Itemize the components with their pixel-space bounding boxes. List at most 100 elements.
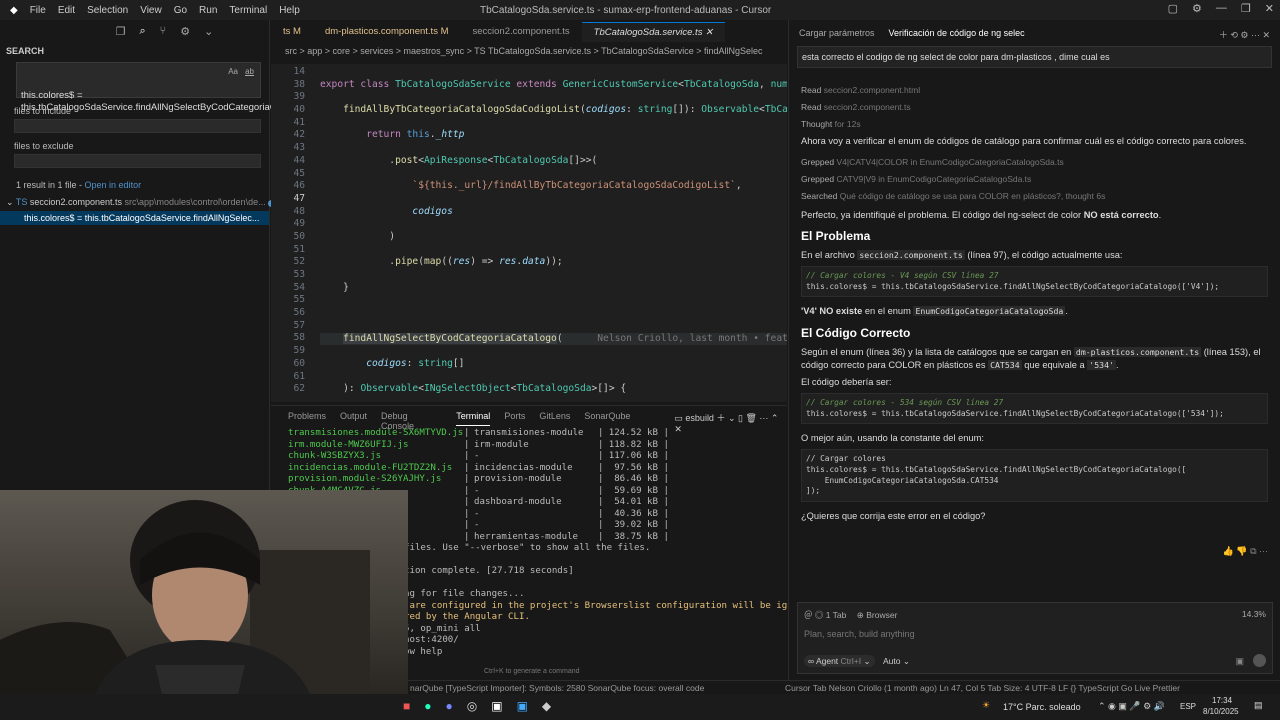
menu-edit[interactable]: Edit [58,5,75,16]
tab-seccion2[interactable]: seccion2.component.ts [461,22,582,42]
menu-run[interactable]: Run [199,5,217,16]
line-number: 38 [293,78,305,90]
match-word-toggle[interactable]: ab [245,66,254,78]
code-block-3[interactable]: // Cargar colores this.colores$ = this.t… [801,448,1268,503]
weather-icon[interactable]: ☀ [982,700,990,711]
taskbar-app-icon[interactable]: ■ [403,699,410,713]
terminal-line: provision.module-S26YAJHY.js | provision-m… [288,474,669,484]
menu-file[interactable]: File [30,5,46,16]
line-number: 46 [293,180,305,192]
model-selector[interactable]: Auto ⌄ [883,656,910,666]
context-usage: 14.3% [1241,609,1266,619]
context-tab-chip[interactable]: ＠ ◎ 1 Tab [804,610,846,620]
open-in-editor-link[interactable]: Open in editor [85,180,142,190]
menu-go[interactable]: Go [174,5,187,16]
send-button[interactable] [1253,654,1266,667]
line-number: 47 [293,192,305,204]
search-input[interactable]: this.colores$ = this.tbCatalogoSdaServic… [16,62,337,113]
step-grep-1[interactable]: Grepped V4|CATV4|COLOR in EnumCodigoCate… [789,154,1280,171]
breadcrumb[interactable]: src > app > core > services > maestros_s… [271,46,787,62]
chat-paragraph-8: ¿Quieres que corrija este error en el có… [801,511,986,522]
notifications-icon[interactable]: ▤ [1254,700,1263,711]
result-match[interactable]: this.colores$ = this.tbCatalogoSdaServic… [0,211,269,225]
tab-tbcatalogosda-service[interactable]: TbCatalogoSda.service.ts ✕ [581,22,726,42]
chat-input-placeholder[interactable]: Plan, search, build anything [798,627,1272,641]
chat-actions[interactable]: ＋ ⟲ ⚙ ··· ✕ [1219,28,1270,40]
cursor-app-icon[interactable]: ▣ [491,699,502,713]
webcam-overlay [0,490,408,694]
taskbar: ■ ● ● ◎ ▣ ▣ ◆ ☀ 17°C Parc. soleado ⌃ ◉ ▣… [0,694,1280,720]
tray-icons[interactable]: ⌃ ◉ ▣ 🎤 ⚙ 🔊 [1098,701,1165,712]
menu-terminal[interactable]: Terminal [229,5,267,16]
maximize-icon[interactable]: ❐ [1241,2,1251,15]
menu-selection[interactable]: Selection [87,5,128,16]
source-control-icon[interactable]: ⑂ [160,25,167,37]
cursor-logo-icon: ◆ [10,4,18,16]
tab-dm-plasticos[interactable]: dm-plasticos.component.ts M [313,22,461,42]
settings-icon[interactable]: ⚙ [1192,2,1202,15]
status-right[interactable]: Cursor Tab Nelson Criollo (1 month ago) … [785,683,1180,693]
step-thought[interactable]: Thought for 12s [789,116,1280,133]
tab-problems[interactable]: Problems [288,411,326,426]
title-bar: ◆ File Edit Selection View Go Run Termin… [0,0,1280,20]
sidebar-title: SEARCH [6,46,45,56]
line-number: 50 [293,230,305,242]
user-question[interactable]: esta correcto el codigo de ng select de … [797,46,1272,68]
editor-tabs: ts M dm-plasticos.component.ts M seccion… [271,22,787,42]
app-icon[interactable]: ◆ [542,699,551,713]
agent-mode-selector[interactable]: ∞ Agent Ctrl+I ⌄ [804,655,875,667]
result-file[interactable]: ⌄ TS seccion2.component.ts src\app\modul… [0,190,278,208]
tab-terminal[interactable]: Terminal [456,411,491,426]
search-icon[interactable]: ⌕ [140,25,146,38]
chat-input-box[interactable]: ＠ ◎ 1 Tab ⊕ Browser 14.3% Plan, search, … [797,602,1273,674]
status-left[interactable]: narQube [TypeScript Importer]: Symbols: … [410,683,704,693]
tab-1[interactable]: ts M [271,22,313,42]
chrome-icon[interactable]: ◎ [467,699,477,713]
edge-icon[interactable]: ● [424,699,431,713]
tab-output[interactable]: Output [340,411,367,426]
chevron-down-icon[interactable]: ⌄ [204,25,213,38]
chat-paragraph-6: El código debería ser: [801,377,892,388]
context-browser-chip[interactable]: ⊕ Browser [857,610,898,620]
terminal-hint: Ctrl+K to generate a command [484,668,580,675]
line-number: 42 [293,129,305,141]
tab-sonarqube[interactable]: SonarQube [584,411,630,426]
clock-time[interactable]: 17:34 [1212,696,1232,705]
chat-tab-cargar[interactable]: Cargar parámetros [799,28,875,38]
clock-date[interactable]: 8/10/2025 [1203,707,1239,716]
result-summary: 1 result in 1 file - Open in editor [16,180,142,190]
step-search[interactable]: Searched Qué código de catálogo se usa p… [789,188,1280,205]
tab-ports[interactable]: Ports [504,411,525,426]
match-case-toggle[interactable]: Aa [228,66,238,78]
image-attach-icon[interactable]: ▣ [1235,656,1244,667]
language-indicator[interactable]: ESP [1180,702,1196,711]
chat-paragraph-3: En el archivo seccion2.component.ts (lín… [801,250,1123,261]
line-numbers: 14 38 39 40 41 42 43 44 45 46 47 48 49 50 51 52 53 54 55 56… [271,66,305,396]
extensions-icon[interactable]: ⚙ [180,25,190,38]
teams-icon[interactable]: ● [446,699,453,713]
step-read-ts[interactable]: Read seccion2.component.ts [789,99,1280,116]
code-block-1[interactable]: // Cargar colores - V4 según CSV línea 2… [801,265,1268,298]
minimize-icon[interactable]: — [1216,2,1227,15]
menu-bar: ◆ File Edit Selection View Go Run Termin… [4,5,306,16]
terminal-task[interactable]: ▭ esbuild ＋ ⌄ ▯ 🗑 ··· ⌃ ✕ [674,411,787,434]
tab-gitlens[interactable]: GitLens [539,411,570,426]
layout-icon[interactable]: ▢ [1168,2,1178,15]
terminal-line: irm.module-MWZ6UFIJ.js | irm-module | 118.82… [288,439,669,450]
step-read-html[interactable]: Read seccion2.component.html [789,82,1280,99]
code-block-2[interactable]: // Cargar colores - 534 según CSV línea … [801,392,1268,425]
weather-text[interactable]: 17°C Parc. soleado [1003,702,1081,712]
code-editor[interactable]: 14 38 39 40 41 42 43 44 45 46 47 48 49 50 51 52 53 54 55 56… [271,64,787,402]
line-number: 62 [293,383,305,395]
close-icon[interactable]: ✕ [1265,2,1274,15]
files-icon[interactable]: ❐ [116,25,126,38]
chat-tab-verificacion[interactable]: Verificación de código de ng selec [889,28,1025,38]
vscode-icon[interactable]: ▣ [517,699,528,713]
close-tab-icon[interactable]: ✕ [705,27,713,38]
menu-view[interactable]: View [140,5,162,16]
tab-debug-console[interactable]: Debug Console [381,411,442,431]
step-grep-2[interactable]: Grepped CATV9|V9 in EnumCodigoCategoriaC… [789,171,1280,188]
menu-help[interactable]: Help [279,5,300,16]
feedback-icons[interactable]: 👍 👎 ⧉ ··· [1223,546,1268,557]
heading-problema: El Problema [801,229,871,244]
